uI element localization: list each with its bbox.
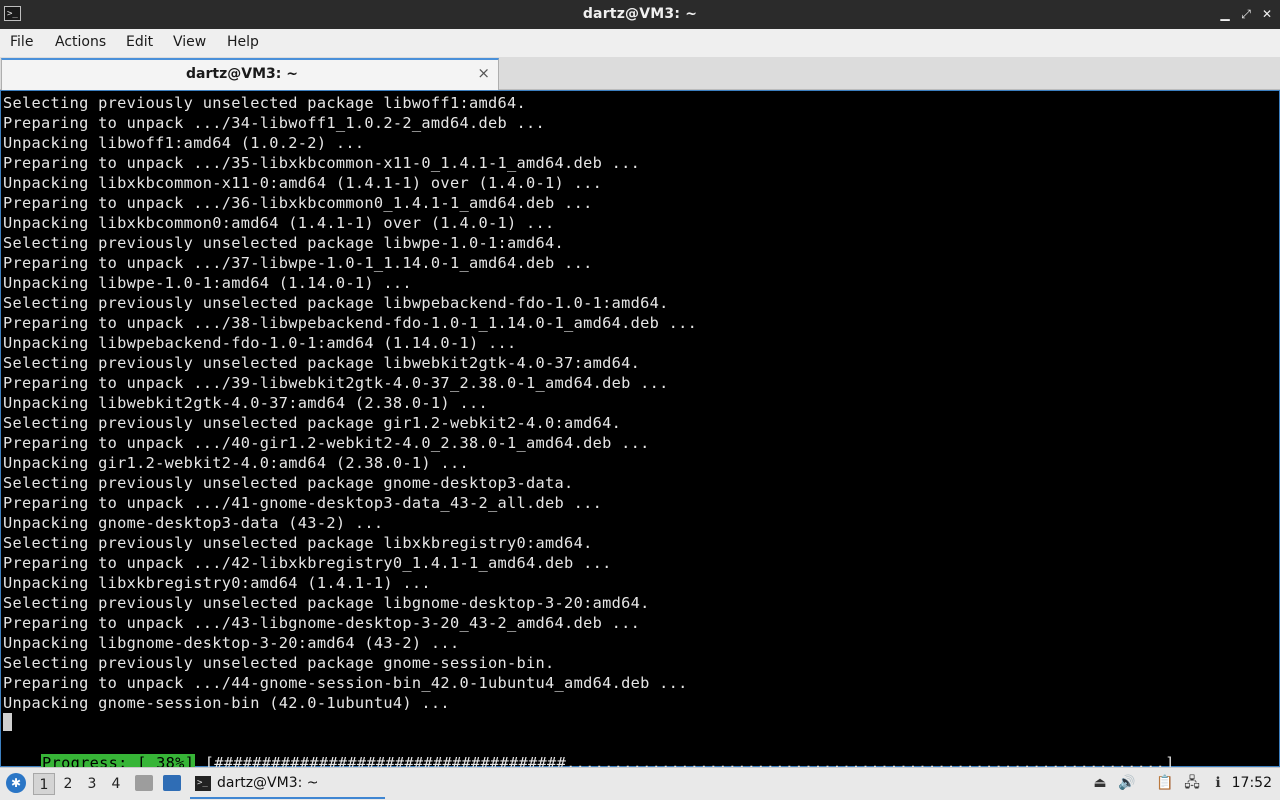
terminal-lines: Selecting previously unselected package … [3, 93, 697, 713]
menu-file[interactable]: File [10, 34, 33, 50]
taskbar: ✱ 1 2 3 4 >_ dartz@VM3: ~ ⏏ 🔊 📋 🖧 ℹ 17:5… [0, 767, 1280, 800]
menu-bar: File Actions Edit View Help [0, 29, 1280, 57]
update-notifier-icon[interactable]: ℹ [1209, 774, 1227, 792]
terminal-line: Preparing to unpack .../36-libxkbcommon0… [3, 194, 593, 212]
terminal-line: Unpacking libxkbcommon-x11-0:amd64 (1.4.… [3, 174, 603, 192]
terminal-line: Preparing to unpack .../43-libgnome-desk… [3, 614, 641, 632]
clipboard-icon[interactable]: 📋 [1156, 774, 1174, 792]
terminal-line: Unpacking libgnome-desktop-3-20:amd64 (4… [3, 634, 460, 652]
workspace-4[interactable]: 4 [105, 773, 127, 795]
window-titlebar[interactable]: >_ dartz@VM3: ~ ▁ ⤢ ✕ [0, 0, 1280, 29]
tab-label: dartz@VM3: ~ [186, 66, 298, 82]
terminal-line: Selecting previously unselected package … [3, 414, 622, 432]
terminal-line: Preparing to unpack .../44-gnome-session… [3, 674, 688, 692]
terminal-line: Preparing to unpack .../40-gir1.2-webkit… [3, 434, 650, 452]
menu-actions[interactable]: Actions [55, 34, 106, 50]
tab-close-icon[interactable]: × [477, 64, 490, 82]
menu-help[interactable]: Help [227, 34, 259, 50]
menu-edit[interactable]: Edit [126, 34, 153, 50]
terminal-line: Preparing to unpack .../39-libwebkit2gtk… [3, 374, 669, 392]
terminal-line: Selecting previously unselected package … [3, 94, 527, 112]
workspace-2[interactable]: 2 [57, 773, 79, 795]
terminal-icon: >_ [195, 776, 211, 791]
workspace-1[interactable]: 1 [33, 773, 55, 795]
workspace-3[interactable]: 3 [81, 773, 103, 795]
terminal-line: Unpacking libxkbcommon0:amd64 (1.4.1-1) … [3, 214, 555, 232]
task-button-terminal[interactable]: >_ dartz@VM3: ~ [190, 770, 385, 799]
tab-terminal[interactable]: dartz@VM3: ~ × [1, 58, 499, 90]
text-cursor [3, 713, 12, 731]
task-label: dartz@VM3: ~ [217, 775, 319, 791]
show-desktop-icon[interactable] [163, 775, 181, 791]
terminal-line: Unpacking gir1.2-webkit2-4.0:amd64 (2.38… [3, 454, 469, 472]
terminal-line: Preparing to unpack .../42-libxkbregistr… [3, 554, 612, 572]
file-manager-icon[interactable] [135, 775, 153, 791]
tab-bar: dartz@VM3: ~ × [0, 57, 1280, 90]
terminal-output[interactable]: Selecting previously unselected package … [0, 90, 1280, 772]
terminal-line: Preparing to unpack .../41-gnome-desktop… [3, 494, 603, 512]
terminal-line: Unpacking libwpe-1.0-1:amd64 (1.14.0-1) … [3, 274, 412, 292]
terminal-line: Selecting previously unselected package … [3, 234, 565, 252]
terminal-line: Preparing to unpack .../37-libwpe-1.0-1_… [3, 254, 593, 272]
terminal-line: Unpacking gnome-session-bin (42.0-1ubunt… [3, 694, 450, 712]
minimize-icon[interactable]: ▁ [1216, 6, 1234, 22]
terminal-line: Preparing to unpack .../38-libwpebackend… [3, 314, 698, 332]
terminal-line: Unpacking libwpebackend-fdo-1.0-1:amd64 … [3, 334, 517, 352]
terminal-line: Preparing to unpack .../34-libwoff1_1.0.… [3, 114, 546, 132]
terminal-line: Unpacking libwebkit2gtk-4.0-37:amd64 (2.… [3, 394, 488, 412]
clock[interactable]: 17:52 [1232, 775, 1272, 791]
terminal-line: Preparing to unpack .../35-libxkbcommon-… [3, 154, 641, 172]
terminal-line: Unpacking gnome-desktop3-data (43-2) ... [3, 514, 384, 532]
maximize-icon[interactable]: ⤢ [1237, 6, 1255, 22]
terminal-line: Selecting previously unselected package … [3, 474, 574, 492]
close-icon[interactable]: ✕ [1258, 6, 1276, 22]
terminal-line: Selecting previously unselected package … [3, 354, 641, 372]
volume-icon[interactable]: 🔊 [1118, 774, 1136, 792]
app-menu-icon[interactable]: ✱ [6, 773, 26, 793]
terminal-line: Selecting previously unselected package … [3, 294, 669, 312]
terminal-line: Unpacking libwoff1:amd64 (1.0.2-2) ... [3, 134, 365, 152]
menu-view[interactable]: View [173, 34, 206, 50]
network-icon[interactable]: 🖧 [1183, 774, 1201, 792]
progress-row: Progress: [ 38%] [######################… [3, 733, 1175, 772]
terminal-line: Selecting previously unselected package … [3, 594, 650, 612]
window-title: dartz@VM3: ~ [582, 6, 698, 22]
terminal-line: Selecting previously unselected package … [3, 654, 555, 672]
eject-icon[interactable]: ⏏ [1091, 774, 1109, 792]
terminal-line: Selecting previously unselected package … [3, 534, 593, 552]
terminal-line: Unpacking libxkbregistry0:amd64 (1.4.1-1… [3, 574, 431, 592]
